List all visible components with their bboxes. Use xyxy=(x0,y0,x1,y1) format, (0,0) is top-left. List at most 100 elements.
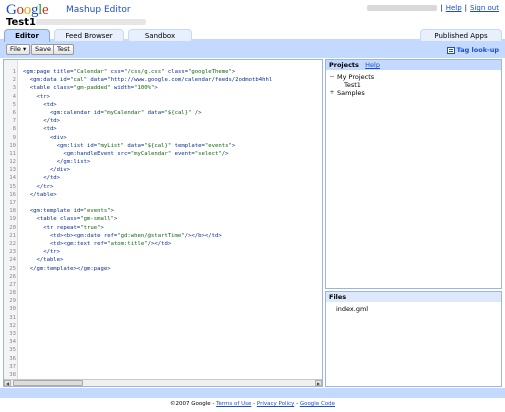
code-line[interactable]: 22 <td><gm:text ref="atom:title"/></td> xyxy=(4,240,322,248)
tab-editor[interactable]: Editor xyxy=(4,29,50,42)
code-line[interactable]: 30 xyxy=(4,305,322,313)
tab-sandbox[interactable]: Sandbox xyxy=(128,29,192,41)
product-name: Mashup Editor xyxy=(66,5,131,15)
test-button[interactable]: Test xyxy=(53,44,74,55)
line-number: 24 xyxy=(9,257,16,264)
line-number: 7 xyxy=(12,118,16,125)
code-line[interactable]: 15 </tr> xyxy=(4,183,322,191)
scroll-right-icon[interactable]: ▶ xyxy=(315,380,322,386)
code-line[interactable]: 19 <table class="gm-small"> xyxy=(4,215,322,223)
collapse-icon[interactable]: − xyxy=(329,73,335,81)
tag-lookup-icon xyxy=(446,46,455,54)
save-button[interactable]: Save xyxy=(31,44,55,55)
line-number: 14 xyxy=(9,175,16,182)
code-line[interactable]: 28 xyxy=(4,289,322,297)
code-line[interactable]: 27 xyxy=(4,281,322,289)
toolbar: File ▾ Save Test Tag look-up xyxy=(0,42,505,58)
line-number: 12 xyxy=(9,159,16,166)
scroll-left-icon[interactable]: ◀ xyxy=(4,380,11,386)
code-line[interactable]: 26 xyxy=(4,273,322,281)
user-email-redacted xyxy=(367,5,438,11)
code-line[interactable]: 31 xyxy=(4,314,322,322)
scrollbar-thumb[interactable] xyxy=(13,380,83,386)
tab-published-apps[interactable]: Published Apps xyxy=(420,29,502,41)
line-number: 38 xyxy=(9,371,16,378)
code-line[interactable]: 17 xyxy=(4,199,322,207)
code-line[interactable]: 2 <gm:data id="cal" data="http://www.goo… xyxy=(4,76,322,84)
header: Google Mashup Editor Test1 | Help | Sign… xyxy=(0,0,505,28)
code-line[interactable]: 1 <gm:page title="Calendar" css="/css/g.c… xyxy=(4,68,322,76)
page-title: Test1 xyxy=(6,17,36,28)
code-line[interactable]: 32 xyxy=(4,322,322,330)
code-text: </gm:list> xyxy=(23,159,91,166)
tree-label: Test1 xyxy=(344,81,361,89)
tab-feed-browser[interactable]: Feed Browser xyxy=(54,29,124,41)
code-editor[interactable]: 1 <gm:page title="Calendar" css="/css/g.c… xyxy=(3,59,323,387)
code-line[interactable]: 4 <tr> xyxy=(4,93,322,101)
code-line[interactable]: 5 <td> xyxy=(4,101,322,109)
code-line[interactable]: 12 </gm:list> xyxy=(4,158,322,166)
project-url-redacted xyxy=(36,19,146,25)
status-bar xyxy=(0,388,505,398)
help-link[interactable]: Help xyxy=(446,4,462,12)
code-line[interactable]: 25 </gm:template></gm:page> xyxy=(4,265,322,273)
code-line[interactable]: 34 xyxy=(4,338,322,346)
line-number: 21 xyxy=(9,232,16,239)
privacy-policy-link[interactable]: Privacy Policy xyxy=(257,401,294,407)
code-line[interactable]: 3 <table class="gm-padded" width="100%"> xyxy=(4,84,322,92)
tag-lookup-button[interactable]: Tag look-up xyxy=(446,46,499,54)
code-line[interactable]: 7 </td> xyxy=(4,117,322,125)
code-line[interactable]: 33 xyxy=(4,330,322,338)
code-text: <gm:data id="cal" data="http://www.googl… xyxy=(23,77,273,84)
code-line[interactable]: 29 xyxy=(4,297,322,305)
code-text: </tr> xyxy=(23,183,54,190)
line-number: 19 xyxy=(9,216,16,223)
tree-node-samples[interactable]: + Samples xyxy=(329,89,501,97)
code-line[interactable]: 16 </table> xyxy=(4,191,322,199)
projects-help-link[interactable]: Help xyxy=(365,61,380,69)
horizontal-scrollbar[interactable]: ◀ ▶ xyxy=(4,379,322,386)
code-line[interactable]: 36 xyxy=(4,355,322,363)
line-number: 6 xyxy=(12,109,16,116)
file-menu-button[interactable]: File ▾ xyxy=(6,44,31,55)
code-line[interactable]: 8 <td> xyxy=(4,125,322,133)
code-line[interactable]: 9 <div> xyxy=(4,134,322,142)
line-number: 35 xyxy=(9,347,16,354)
code-line[interactable]: 13 </div> xyxy=(4,166,322,174)
account-links: | Help | Sign out xyxy=(367,4,499,12)
code-line[interactable]: 10 <gm:list id="myList" data="${cal}" te… xyxy=(4,142,322,150)
sign-out-link[interactable]: Sign out xyxy=(470,4,499,12)
expand-icon[interactable]: + xyxy=(329,89,335,97)
terms-of-use-link[interactable]: Terms of Use xyxy=(216,401,251,407)
code-line[interactable]: 18 <gm:template id="events"> xyxy=(4,207,322,215)
line-number: 10 xyxy=(9,142,16,149)
code-text: <table class="gm-padded" width="100%"> xyxy=(23,85,158,92)
tree-node-my-projects[interactable]: − My Projects xyxy=(329,73,501,81)
line-number: 22 xyxy=(9,240,16,247)
code-line[interactable]: 35 xyxy=(4,346,322,354)
line-number: 30 xyxy=(9,306,16,313)
code-line[interactable]: 23 </tr> xyxy=(4,248,322,256)
code-line[interactable]: 21 <td><b><gm:date ref="gd:when/@startTi… xyxy=(4,232,322,240)
code-area[interactable]: 1 <gm:page title="Calendar" css="/css/g.c… xyxy=(4,68,322,379)
line-number: 37 xyxy=(9,363,16,370)
code-line[interactable]: 37 xyxy=(4,363,322,371)
code-line[interactable]: 20 <tr repeat="true"> xyxy=(4,224,322,232)
tag-lookup-label: Tag look-up xyxy=(456,46,499,54)
google-code-link[interactable]: Google Code xyxy=(300,401,335,407)
tree-node-test1[interactable]: Test1 xyxy=(329,81,501,89)
line-number: 34 xyxy=(9,339,16,346)
line-number: 9 xyxy=(12,134,16,141)
line-number: 23 xyxy=(9,249,16,256)
file-item[interactable]: index.gml xyxy=(326,302,501,313)
code-text: <gm:handleEvent src="myCalendar" event="… xyxy=(23,150,229,157)
code-line[interactable]: 38 xyxy=(4,371,322,379)
code-line[interactable]: 6 <gm:calendar id="myCalendar" data="${c… xyxy=(4,109,322,117)
logo-letter: o xyxy=(16,2,25,18)
line-number: 31 xyxy=(9,314,16,321)
code-line[interactable]: 11 <gm:handleEvent src="myCalendar" even… xyxy=(4,150,322,158)
code-line[interactable]: 24 </table> xyxy=(4,256,322,264)
code-text: <gm:list id="myList" data="${cal}" templ… xyxy=(23,142,236,149)
code-text: </td> xyxy=(23,175,61,182)
code-line[interactable]: 14 </td> xyxy=(4,174,322,182)
